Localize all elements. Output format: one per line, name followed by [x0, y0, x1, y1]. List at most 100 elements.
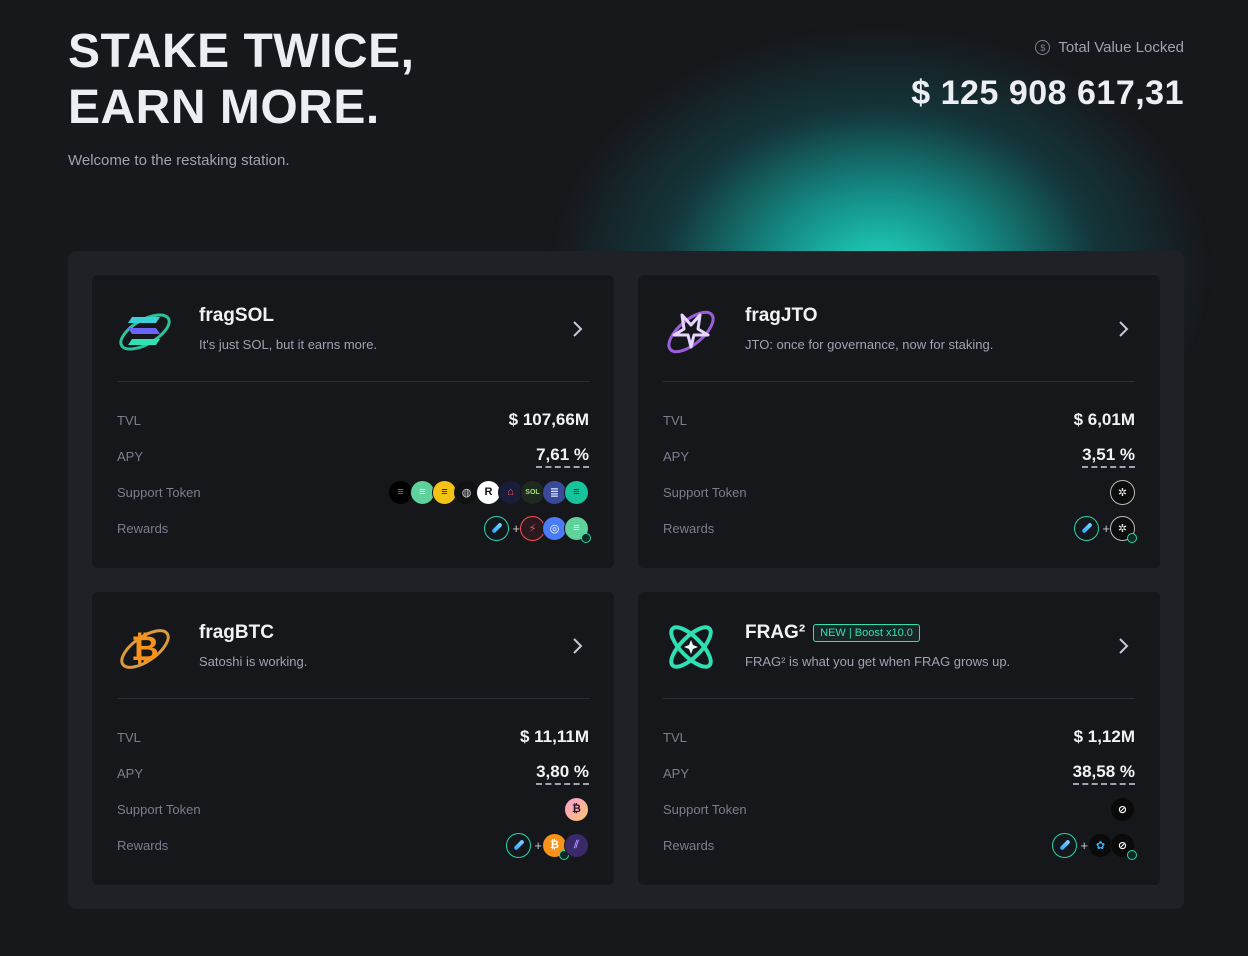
tvl-row: TVL $ 1,12M [663, 725, 1135, 749]
btc-token-icon[interactable]: ₿ [564, 796, 589, 822]
frag-token-icon[interactable]: ⊘ [1110, 832, 1137, 860]
jto-token-icon[interactable]: ✲ [1110, 515, 1137, 543]
tvl-row: TVL $ 11,11M [117, 725, 589, 749]
support-token-label: Support Token [663, 484, 747, 500]
plus-icon: + [1080, 837, 1088, 853]
vault-name-text: FRAG² [745, 622, 806, 643]
sol-green-token-icon[interactable]: ≡ [564, 515, 591, 543]
rewards-row: Rewards + ✲ [663, 515, 1137, 543]
tvl-value: $ 1,12M [1073, 727, 1135, 746]
vault-name: fragJTO [745, 305, 818, 327]
vault-description: JTO: once for governance, now for stakin… [745, 337, 994, 352]
apy-label: APY [117, 765, 144, 781]
tvl-row: TVL $ 6,01M [663, 408, 1135, 432]
vault-list-panel: fragSOL It's just SOL, but it earns more… [68, 251, 1184, 909]
fragsol-logo-icon [119, 313, 171, 351]
frag-token-icon[interactable]: ⊘ [1110, 796, 1135, 822]
solv-token-icon[interactable]: ⫽ [564, 832, 589, 858]
vault-card-fragsol[interactable]: fragSOL It's just SOL, but it earns more… [92, 275, 614, 568]
chevron-right-icon[interactable] [1114, 317, 1134, 341]
divider [663, 698, 1135, 699]
tvl-row: TVL $ 107,66M [117, 408, 589, 432]
hero-subtitle: Welcome to the restaking station. [68, 152, 290, 169]
apy-row: APY 7,61 % [117, 444, 589, 468]
tvl-value: $ 11,11M [519, 727, 589, 746]
vault-card-fragjto[interactable]: fragJTO JTO: once for governance, now fo… [638, 275, 1160, 568]
chevron-right-icon[interactable] [568, 317, 588, 341]
tvl-label: TVL [663, 412, 687, 428]
divider [663, 381, 1135, 382]
divider [117, 381, 589, 382]
rewards-list: + ✿ ⊘ [1052, 832, 1137, 860]
rewards-list: + ⚡ ◎ ≡ [484, 515, 591, 543]
apy-value[interactable]: 3,80 % [536, 762, 589, 785]
total-value-locked-value: $ 125 908 617,31 [911, 74, 1184, 112]
rewards-label: Rewards [117, 520, 169, 536]
plus-icon: + [534, 837, 542, 853]
rewards-label: Rewards [663, 520, 715, 536]
chevron-right-icon[interactable] [1114, 634, 1134, 658]
vault-description: It's just SOL, but it earns more. [199, 337, 378, 352]
vault-name: fragSOL [199, 305, 274, 327]
vault-name-text: fragJTO [745, 305, 818, 326]
rewards-row: Rewards + ✿ ⊘ [663, 832, 1137, 860]
frag-point-icon[interactable] [1074, 515, 1100, 541]
apy-label: APY [663, 765, 690, 781]
tvl-label: TVL [117, 729, 141, 745]
rewards-row: Rewards + ₿ ⫽ [117, 832, 589, 860]
support-token-row: Support Token ≡ ≡ ≡ ◍ R ⌂ SOL ≣ ≡ [117, 479, 589, 505]
apy-value[interactable]: 3,51 % [1082, 445, 1135, 468]
apy-row: APY 38,58 % [663, 761, 1135, 785]
plus-icon: + [512, 520, 520, 536]
vault-card-fragbtc[interactable]: ₿ fragBTC Satoshi is working. TVL $ 11,1… [92, 592, 614, 885]
frag-point-icon[interactable] [506, 832, 532, 858]
vault-name: FRAG² NEW | Boost x10.0 [745, 622, 920, 644]
vault-card-frag2[interactable]: FRAG² NEW | Boost x10.0 FRAG² is what yo… [638, 592, 1160, 885]
dollar-coin-icon: $ [1035, 40, 1051, 55]
apy-row: APY 3,51 % [663, 444, 1135, 468]
rewards-label: Rewards [117, 837, 169, 853]
sol-green-token-icon[interactable]: ≡ [564, 479, 589, 505]
support-token-list: ≡ ≡ ≡ ◍ R ⌂ SOL ≣ ≡ [388, 479, 589, 505]
vault-name: fragBTC [199, 622, 274, 644]
apy-value[interactable]: 38,58 % [1072, 762, 1135, 785]
plus-icon: + [1102, 520, 1110, 536]
divider [117, 698, 589, 699]
frag-point-icon[interactable] [1052, 832, 1078, 858]
support-token-row: Support Token ✲ [663, 479, 1135, 505]
tvl-value: $ 107,66M [508, 410, 589, 429]
svg-text:₿: ₿ [131, 629, 159, 669]
fragbtc-logo-icon: ₿ [120, 629, 170, 669]
support-token-label: Support Token [117, 484, 201, 500]
support-token-row: Support Token ₿ [117, 796, 589, 822]
rewards-list: + ✲ [1074, 515, 1137, 543]
support-token-row: Support Token ⊘ [663, 796, 1135, 822]
support-token-list: ✲ [1110, 479, 1135, 505]
fragjto-logo-icon [667, 310, 715, 354]
support-token-list: ₿ [564, 796, 589, 822]
support-token-label: Support Token [663, 801, 747, 817]
frag-point-icon[interactable] [484, 515, 510, 541]
tvl-label-text: Total Value Locked [1058, 39, 1184, 56]
rewards-list: + ₿ ⫽ [506, 832, 589, 860]
support-token-label: Support Token [117, 801, 201, 817]
apy-value[interactable]: 7,61 % [536, 445, 589, 468]
rewards-label: Rewards [663, 837, 715, 853]
tvl-value: $ 6,01M [1073, 410, 1135, 429]
apy-row: APY 3,80 % [117, 761, 589, 785]
vault-name-text: fragBTC [199, 622, 274, 643]
vault-description: Satoshi is working. [199, 654, 308, 669]
vault-name-text: fragSOL [199, 305, 274, 326]
support-token-list: ⊘ [1110, 796, 1135, 822]
tvl-label: TVL [117, 412, 141, 428]
apy-label: APY [117, 448, 144, 464]
total-value-locked-label: $ Total Value Locked [1035, 39, 1184, 56]
chevron-right-icon[interactable] [568, 634, 588, 658]
frag2-logo-icon [669, 625, 713, 669]
new-boost-badge: NEW | Boost x10.0 [813, 624, 920, 642]
apy-label: APY [663, 448, 690, 464]
tvl-label: TVL [663, 729, 687, 745]
jto-token-icon[interactable]: ✲ [1110, 479, 1135, 505]
rewards-row: Rewards + ⚡ ◎ ≡ [117, 515, 591, 543]
hero-title: STAKE TWICE, EARN MORE. [68, 25, 415, 134]
